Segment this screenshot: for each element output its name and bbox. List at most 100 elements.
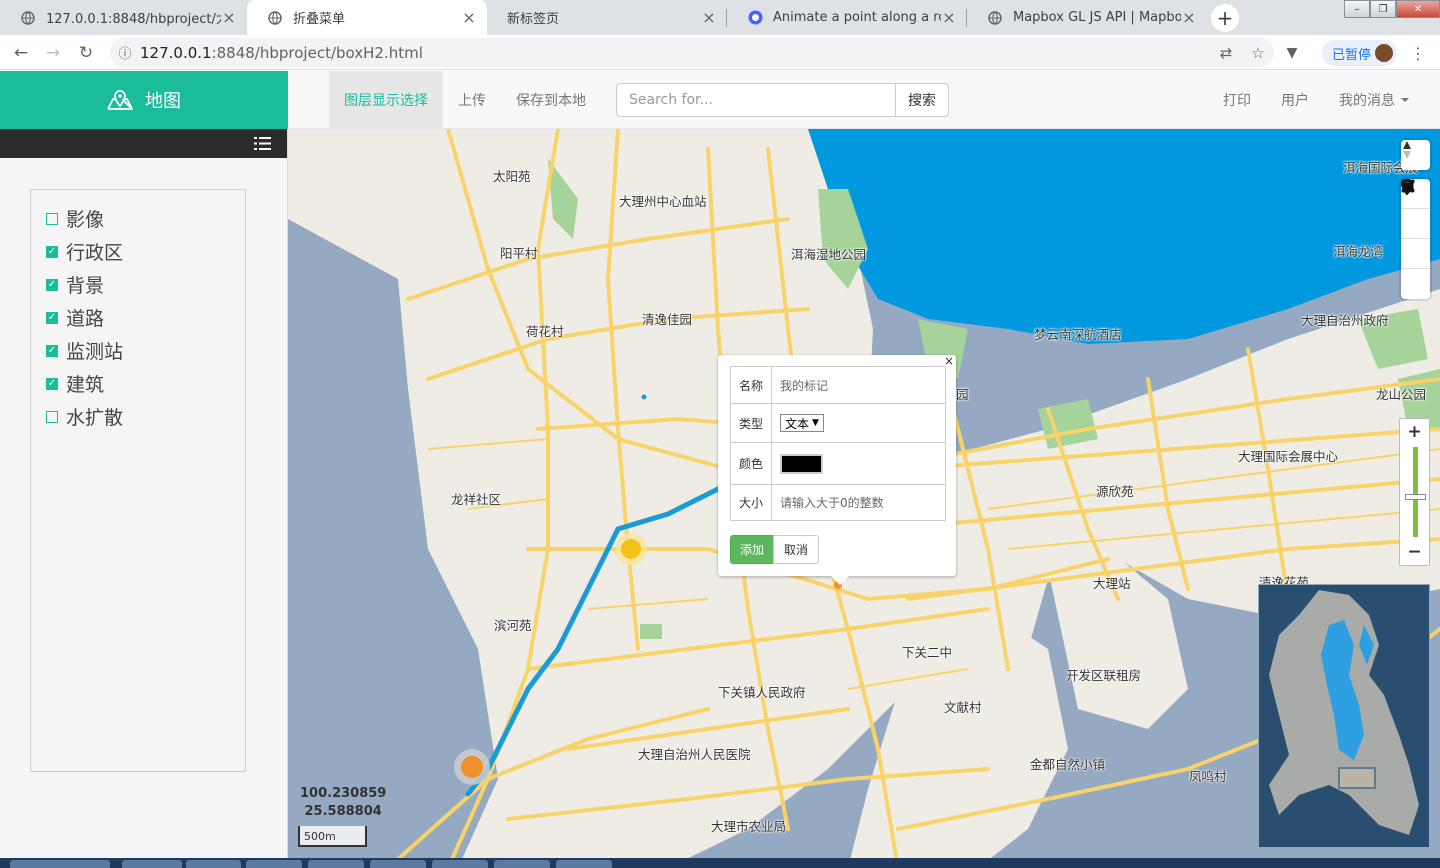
marker-popup: × 名称 我的标记 类型 文本 ▼ 颜色 大小 请输入大于0的整数 添加 取消 [718, 354, 956, 585]
sidebar-header [0, 129, 287, 158]
name-input[interactable]: 我的标记 [771, 366, 946, 404]
place-label: 下关镇人民政府 [718, 685, 806, 700]
type-select[interactable]: 文本 ▼ [780, 414, 824, 432]
browser-menu-icon[interactable]: ⋮ [1410, 41, 1426, 65]
reload-icon[interactable]: ↻ [74, 41, 98, 65]
search-button[interactable]: 搜索 [895, 83, 949, 117]
menu-toggle-icon[interactable] [254, 135, 271, 152]
taskbar-item[interactable] [186, 860, 241, 868]
place-label: 开发区联租房 [1066, 668, 1142, 683]
layer-item[interactable]: ✓ 道路 [31, 301, 245, 334]
profile-button[interactable]: 已暂停 [1322, 40, 1398, 66]
checkbox-unchecked-icon[interactable] [46, 410, 58, 423]
trash-icon[interactable] [1401, 179, 1430, 299]
taskbar-item[interactable] [308, 860, 364, 868]
checkbox-unchecked-icon[interactable] [46, 212, 58, 225]
checkbox-checked-icon[interactable]: ✓ [46, 377, 58, 390]
browser-tab[interactable]: 新标签页 × [487, 0, 727, 35]
window-close-button[interactable]: ✕ [1396, 0, 1440, 18]
taskbar-item[interactable] [122, 860, 182, 868]
close-tab-icon[interactable]: × [701, 8, 717, 27]
layer-item[interactable]: ✓ 监测站 [31, 334, 245, 367]
close-tab-icon[interactable]: × [461, 8, 477, 27]
zoom-slider[interactable]: + − [1399, 418, 1430, 566]
tab-title: 新标签页 [507, 12, 560, 27]
layer-item[interactable]: ✓ 行政区 [31, 235, 245, 268]
popup-tip [831, 576, 849, 585]
nav-save-local[interactable]: 保存到本地 [501, 71, 601, 128]
place-label: 阳平村 [500, 246, 538, 261]
tab-title: 折叠菜单 [293, 12, 346, 27]
tab-title: 127.0.0.1:8848/hbproject/大理 [46, 12, 221, 27]
place-label: 大理州中心血站 [619, 194, 707, 209]
translate-icon[interactable]: ⇄ [1210, 44, 1242, 62]
nav-layer-select[interactable]: 图层显示选择 [329, 71, 443, 128]
site-info-icon[interactable]: ⓘ [110, 43, 140, 62]
draw-point-icon[interactable] [1401, 179, 1430, 269]
compass-control[interactable] [1401, 140, 1430, 170]
zoom-out-icon[interactable]: − [1400, 540, 1429, 564]
taskbar-item[interactable] [556, 860, 612, 868]
checkbox-checked-icon[interactable]: ✓ [46, 344, 58, 357]
compass-icon[interactable] [1401, 140, 1430, 170]
place-label: 荷花村 [526, 324, 564, 339]
place-label: 龙祥社区 [451, 492, 502, 507]
layer-item[interactable]: 影像 [31, 202, 245, 235]
layer-item[interactable]: 水扩散 [31, 400, 245, 433]
close-tab-icon[interactable]: × [941, 8, 957, 27]
app-brand[interactable]: 地图 [0, 71, 288, 129]
zoom-track[interactable] [1413, 447, 1418, 537]
taskbar-item[interactable] [370, 860, 426, 868]
search-input[interactable]: Search for... [616, 83, 896, 117]
close-tab-icon[interactable]: × [221, 8, 237, 27]
close-tab-icon[interactable]: × [1181, 8, 1197, 27]
taskbar-item[interactable] [494, 860, 550, 868]
new-tab-button[interactable]: + [1211, 4, 1239, 32]
browser-tab[interactable]: Mapbox GL JS API | Mapbox × [967, 0, 1207, 35]
nav-user[interactable]: 用户 [1266, 71, 1324, 128]
taskbar-item[interactable] [246, 860, 302, 868]
browser-tab-active[interactable]: 折叠菜单 × [247, 0, 487, 35]
sidebar: 影像 ✓ 行政区 ✓ 背景 ✓ 道路 ✓ 监测站 ✓ 建筑 水扩散 [0, 129, 288, 868]
size-input[interactable]: 请输入大于0的整数 [771, 484, 946, 521]
layer-label: 行政区 [66, 242, 124, 264]
window-controls: – ❐ ✕ [1344, 0, 1440, 18]
layer-item[interactable]: ✓ 背景 [31, 268, 245, 301]
add-button[interactable]: 添加 [730, 535, 774, 564]
extension-icon[interactable]: ▼ [1280, 41, 1304, 65]
taskbar-item[interactable] [10, 860, 110, 868]
nav-upload[interactable]: 上传 [443, 71, 501, 128]
place-label: 大理自治州政府 [1301, 313, 1389, 328]
cancel-button[interactable]: 取消 [773, 535, 819, 564]
zoom-handle[interactable] [1405, 493, 1426, 500]
bookmark-star-icon[interactable]: ☆ [1242, 44, 1274, 62]
brand-title: 地图 [145, 91, 181, 112]
select-arrow-icon: ▼ [812, 418, 819, 428]
taskbar-item[interactable] [432, 860, 488, 868]
place-label: 大理自治州人民医院 [638, 747, 751, 762]
browser-tab[interactable]: Animate a point along a route × [727, 0, 967, 35]
overview-minimap[interactable] [1258, 584, 1430, 848]
layer-item[interactable]: ✓ 建筑 [31, 367, 245, 400]
url-field[interactable]: ⓘ 127.0.0.1:8848/hbproject/boxH2.html ⇄ … [110, 38, 1274, 67]
nav-print[interactable]: 打印 [1208, 71, 1266, 128]
draw-polygon-icon[interactable] [1401, 179, 1430, 239]
checkbox-checked-icon[interactable]: ✓ [46, 278, 58, 291]
mapbox-icon [747, 10, 763, 26]
coordinate-readout: 100.230859 25.588804 [300, 785, 386, 821]
scale-bar: 500m [298, 826, 367, 847]
color-picker[interactable] [780, 453, 823, 474]
nav-messages[interactable]: 我的消息 [1324, 71, 1424, 128]
maximize-button[interactable]: ❐ [1370, 0, 1396, 18]
zoom-in-icon[interactable]: + [1400, 420, 1429, 444]
place-label: 大理市农业局 [711, 819, 787, 834]
checkbox-checked-icon[interactable]: ✓ [46, 245, 58, 258]
checkbox-checked-icon[interactable]: ✓ [46, 311, 58, 324]
forward-arrow-icon[interactable]: → [41, 41, 65, 65]
back-arrow-icon[interactable]: ← [9, 41, 33, 65]
url-path: :8848/hbproject/boxH2.html [211, 43, 423, 62]
minimize-button[interactable]: – [1344, 0, 1370, 18]
browser-tab[interactable]: 127.0.0.1:8848/hbproject/大理 × [0, 0, 247, 35]
layer-list: 影像 ✓ 行政区 ✓ 背景 ✓ 道路 ✓ 监测站 ✓ 建筑 水扩散 [30, 189, 246, 772]
place-label: 园 [956, 387, 969, 402]
